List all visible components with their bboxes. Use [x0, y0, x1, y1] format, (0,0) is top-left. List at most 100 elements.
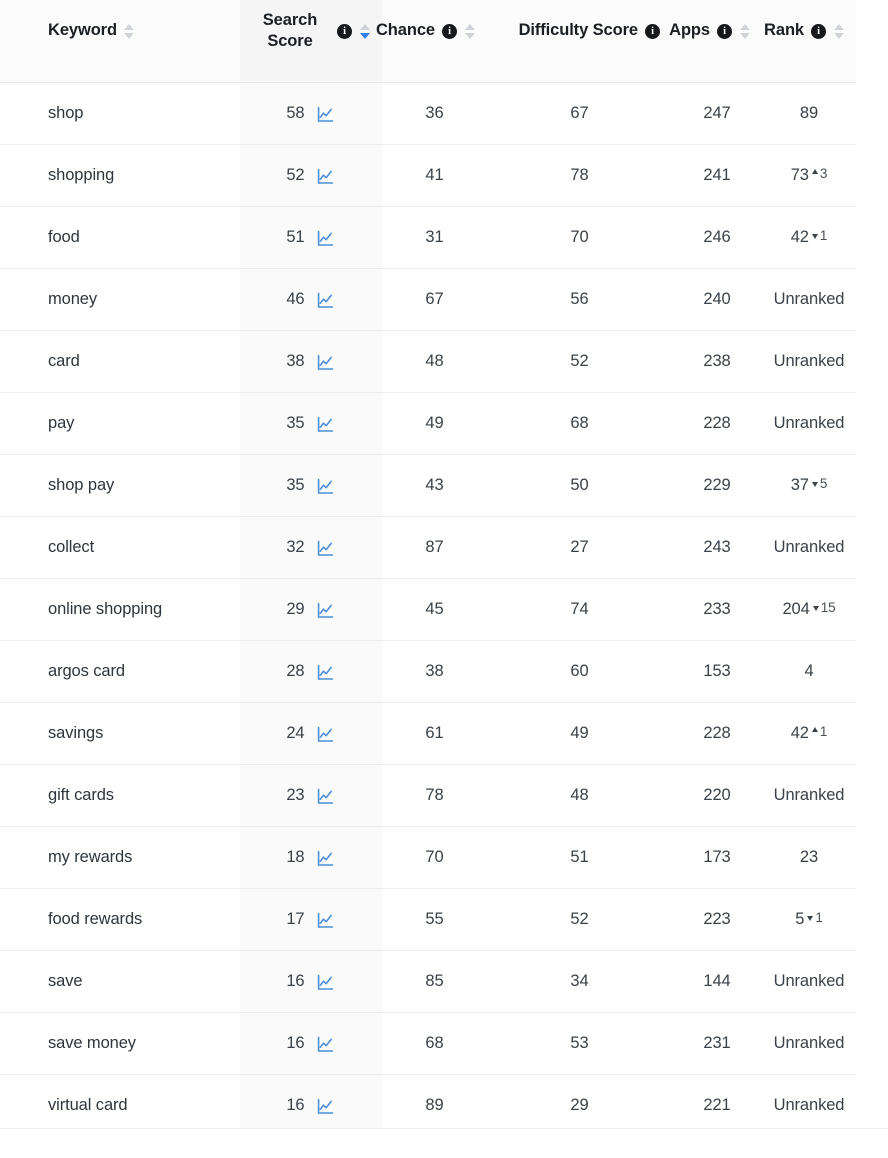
cell-difficulty-score: 50 — [487, 454, 672, 517]
cell-apps: 233 — [672, 578, 762, 641]
line-chart-icon[interactable] — [317, 726, 334, 743]
table-row[interactable]: shop pay 35 43 50 229 37 5 — [0, 454, 856, 517]
keyword-text: save money — [48, 1034, 136, 1052]
apps-value: 228 — [703, 414, 731, 432]
cell-keyword[interactable]: savings — [0, 702, 240, 765]
sort-toggle-rank[interactable] — [833, 20, 844, 42]
chance-value: 38 — [425, 662, 444, 680]
column-header-search-score[interactable]: Search Score i — [240, 0, 382, 62]
line-chart-icon[interactable] — [317, 788, 334, 805]
line-chart-icon[interactable] — [317, 912, 334, 929]
sort-toggle-apps[interactable] — [739, 20, 750, 42]
arrow-down-icon — [812, 606, 819, 611]
cell-keyword[interactable]: my rewards — [0, 826, 240, 889]
table-row[interactable]: pay 35 49 68 228 Unranked — [0, 392, 856, 455]
column-label-rank: Rank — [764, 21, 804, 40]
cell-keyword[interactable]: shop pay — [0, 454, 240, 517]
cell-difficulty-score: 48 — [487, 764, 672, 827]
cell-keyword[interactable]: save money — [0, 1012, 240, 1075]
column-header-difficulty-score[interactable]: Difficulty Score i — [487, 0, 672, 62]
line-chart-icon[interactable] — [317, 850, 334, 867]
cell-keyword[interactable]: shopping — [0, 144, 240, 207]
line-chart-icon[interactable] — [317, 540, 334, 557]
column-header-rank[interactable]: Rank i — [762, 0, 856, 62]
table-row[interactable]: food rewards 17 55 52 223 5 1 — [0, 888, 856, 951]
difficulty-score-value: 49 — [570, 724, 589, 742]
apps-value: 246 — [703, 228, 731, 246]
cell-keyword[interactable]: money — [0, 268, 240, 331]
info-icon-search-score[interactable]: i — [337, 23, 352, 39]
difficulty-score-value: 51 — [570, 848, 589, 866]
cell-apps: 246 — [672, 206, 762, 269]
keyword-text: shopping — [48, 166, 115, 184]
cell-keyword[interactable]: shop — [0, 82, 240, 145]
sort-toggle-keyword[interactable] — [124, 20, 135, 42]
chance-value: 85 — [425, 972, 444, 990]
table-row[interactable]: money 46 67 56 240 Unranked — [0, 268, 856, 331]
line-chart-icon[interactable] — [317, 974, 334, 991]
search-score-value: 23 — [286, 786, 305, 804]
line-chart-icon[interactable] — [317, 168, 334, 185]
search-score-value: 16 — [286, 1034, 305, 1052]
info-icon-rank[interactable]: i — [811, 23, 826, 39]
cell-chance: 38 — [382, 640, 487, 703]
table-row[interactable]: my rewards 18 70 51 173 23 — [0, 826, 856, 889]
line-chart-icon[interactable] — [317, 1098, 334, 1115]
cell-keyword[interactable]: card — [0, 330, 240, 393]
sort-toggle-chance[interactable] — [464, 20, 475, 42]
table-row[interactable]: gift cards 23 78 48 220 Unranked — [0, 764, 856, 827]
table-row[interactable]: online shopping 29 45 74 233 204 15 — [0, 578, 856, 641]
cell-keyword[interactable]: online shopping — [0, 578, 240, 641]
table-row[interactable]: shopping 52 41 78 241 73 3 — [0, 144, 856, 207]
cell-keyword[interactable]: food rewards — [0, 888, 240, 951]
cell-difficulty-score: 68 — [487, 392, 672, 455]
info-icon-chance[interactable]: i — [442, 23, 457, 39]
table-row[interactable]: food 51 31 70 246 42 1 — [0, 206, 856, 269]
search-score-value: 24 — [286, 724, 305, 742]
cell-keyword[interactable]: argos card — [0, 640, 240, 703]
table-row[interactable]: virtual card 16 89 29 221 Unranked — [0, 1074, 856, 1136]
cell-keyword[interactable]: save — [0, 950, 240, 1013]
column-header-keyword[interactable]: Keyword — [0, 0, 240, 62]
search-score-value: 46 — [286, 290, 305, 308]
line-chart-icon[interactable] — [317, 106, 334, 123]
line-chart-icon[interactable] — [317, 602, 334, 619]
info-icon-difficulty-score[interactable]: i — [645, 23, 660, 39]
table-row[interactable]: shop 58 36 67 247 89 — [0, 82, 856, 145]
rank-value: 37 — [790, 476, 809, 494]
cell-keyword[interactable]: virtual card — [0, 1074, 240, 1136]
cell-keyword[interactable]: collect — [0, 516, 240, 579]
cell-keyword[interactable]: food — [0, 206, 240, 269]
info-icon-apps[interactable]: i — [717, 23, 732, 39]
arrow-down-icon — [811, 482, 818, 487]
cell-chance: 61 — [382, 702, 487, 765]
rank-change-indicator: 3 — [811, 166, 827, 181]
table-row[interactable]: save 16 85 34 144 Unranked — [0, 950, 856, 1013]
line-chart-icon[interactable] — [317, 230, 334, 247]
column-label-apps: Apps — [669, 21, 710, 40]
cell-keyword[interactable]: gift cards — [0, 764, 240, 827]
table-row[interactable]: savings 24 61 49 228 42 1 — [0, 702, 856, 765]
line-chart-icon[interactable] — [317, 478, 334, 495]
sort-toggle-search-score[interactable] — [359, 20, 370, 42]
cell-keyword[interactable]: pay — [0, 392, 240, 455]
table-row[interactable]: argos card 28 38 60 153 4 — [0, 640, 856, 703]
table-row[interactable]: collect 32 87 27 243 Unranked — [0, 516, 856, 579]
table-row[interactable]: card 38 48 52 238 Unranked — [0, 330, 856, 393]
rank-change-value: 1 — [819, 228, 828, 243]
line-chart-icon[interactable] — [317, 664, 334, 681]
cell-rank: 42 1 — [762, 206, 856, 269]
line-chart-icon[interactable] — [317, 292, 334, 309]
table-row[interactable]: save money 16 68 53 231 Unranked — [0, 1012, 856, 1075]
line-chart-icon[interactable] — [317, 416, 334, 433]
header-spacer-keyword — [0, 62, 240, 83]
rank-value: 89 — [799, 104, 819, 122]
column-header-apps[interactable]: Apps i — [669, 0, 762, 62]
rank-unranked-label: Unranked — [773, 786, 845, 804]
line-chart-icon[interactable] — [317, 1036, 334, 1053]
search-score-value: 16 — [286, 972, 305, 990]
difficulty-score-value: 52 — [570, 352, 589, 370]
column-header-chance[interactable]: Chance i — [376, 0, 487, 62]
cell-rank: 23 — [762, 826, 856, 889]
line-chart-icon[interactable] — [317, 354, 334, 371]
